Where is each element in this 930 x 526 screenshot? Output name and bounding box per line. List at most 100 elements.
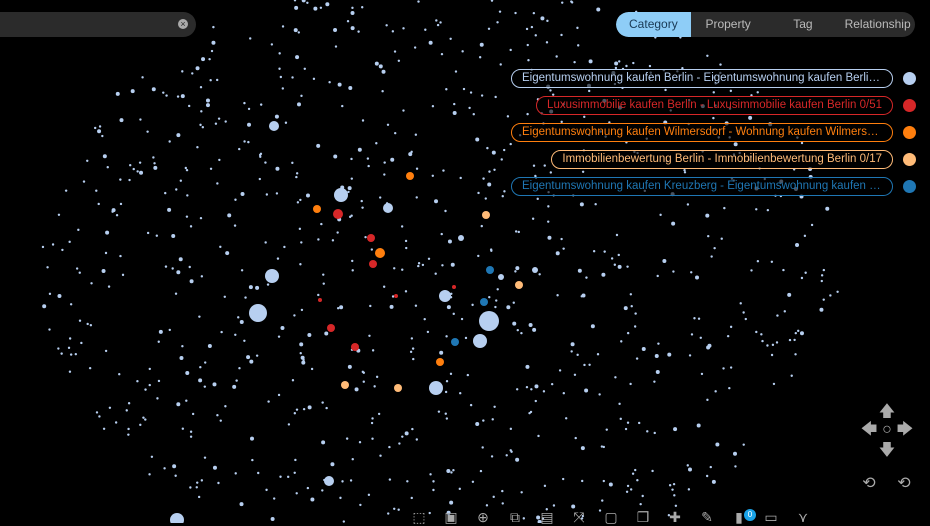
graph-node[interactable]	[413, 46, 417, 49]
graph-node[interactable]	[298, 227, 302, 231]
graph-node[interactable]	[558, 369, 562, 372]
graph-node[interactable]	[181, 70, 184, 73]
graph-node[interactable]	[375, 142, 378, 145]
graph-node[interactable]	[341, 104, 344, 108]
graph-node[interactable]	[167, 207, 172, 212]
graph-node[interactable]	[454, 70, 458, 73]
graph-node[interactable]	[742, 443, 745, 446]
graph-node[interactable]	[104, 251, 108, 255]
graph-node[interactable]	[64, 189, 68, 192]
graph-node[interactable]	[409, 350, 413, 354]
graph-node[interactable]	[491, 150, 496, 155]
graph-node[interactable]	[361, 6, 364, 9]
graph-node[interactable]	[234, 333, 237, 336]
graph-node[interactable]	[576, 26, 579, 30]
graph-node[interactable]	[199, 366, 202, 369]
graph-node[interactable]	[719, 63, 722, 66]
graph-node[interactable]	[185, 168, 189, 172]
graph-node[interactable]	[410, 337, 414, 340]
graph-node[interactable]	[48, 292, 52, 296]
graph-node[interactable]	[127, 427, 130, 431]
graph-node[interactable]	[212, 25, 215, 29]
graph-node[interactable]	[164, 191, 167, 195]
pan-right-icon[interactable]: 🡆	[895, 420, 915, 440]
graph-node[interactable]	[232, 384, 237, 389]
graph-node[interactable]	[498, 274, 504, 280]
graph-node[interactable]	[436, 358, 444, 366]
graph-node[interactable]	[618, 60, 621, 63]
graph-node[interactable]	[217, 117, 221, 120]
graph-node[interactable]	[225, 251, 230, 256]
graph-node[interactable]	[199, 216, 203, 220]
graph-node[interactable]	[375, 248, 385, 258]
graph-node[interactable]	[223, 295, 226, 299]
graph-node[interactable]	[608, 482, 613, 487]
graph-node[interactable]	[198, 378, 203, 383]
graph-node[interactable]	[322, 282, 325, 285]
graph-node[interactable]	[388, 445, 391, 449]
graph-node[interactable]	[788, 338, 792, 342]
graph-node[interactable]	[82, 180, 86, 183]
window-icon[interactable]: ▭	[762, 508, 780, 526]
graph-node[interactable]	[361, 119, 365, 122]
graph-node[interactable]	[672, 270, 675, 273]
graph-node[interactable]	[351, 458, 354, 461]
graph-node[interactable]	[477, 191, 480, 195]
graph-node[interactable]	[370, 248, 374, 251]
graph-node[interactable]	[186, 194, 189, 197]
graph-node[interactable]	[431, 174, 434, 177]
graph-node[interactable]	[505, 454, 508, 457]
tab-relationship[interactable]: Relationship	[840, 12, 915, 37]
graph-node[interactable]	[755, 330, 758, 334]
graph-node[interactable]	[550, 382, 554, 386]
graph-node[interactable]	[381, 90, 384, 93]
graph-node[interactable]	[302, 407, 306, 411]
graph-node[interactable]	[629, 293, 633, 296]
graph-node[interactable]	[243, 339, 246, 342]
graph-node[interactable]	[200, 479, 204, 482]
graph-node[interactable]	[706, 398, 709, 402]
graph-node[interactable]	[286, 475, 290, 479]
graph-node[interactable]	[341, 480, 344, 483]
graph-node[interactable]	[705, 474, 709, 478]
legend-item[interactable]: Eigentumswohnung kaufen Wilmersdorf - Wo…	[511, 123, 916, 142]
graph-node[interactable]	[734, 465, 737, 468]
graph-node[interactable]	[306, 486, 310, 490]
graph-node[interactable]	[57, 347, 60, 350]
graph-node[interactable]	[339, 496, 342, 500]
graph-node[interactable]	[334, 45, 338, 48]
graph-node[interactable]	[601, 499, 604, 502]
graph-node[interactable]	[512, 301, 515, 304]
graph-node[interactable]	[659, 213, 662, 217]
graph-node[interactable]	[373, 385, 376, 388]
graph-node[interactable]	[794, 353, 797, 356]
graph-node[interactable]	[60, 352, 63, 355]
graph-node[interactable]	[588, 59, 593, 64]
graph-node[interactable]	[714, 390, 717, 393]
graph-node[interactable]	[760, 333, 763, 336]
graph-node[interactable]	[150, 455, 154, 458]
graph-node[interactable]	[390, 157, 395, 162]
graph-node[interactable]	[449, 372, 453, 376]
graph-node[interactable]	[61, 248, 64, 252]
graph-node[interactable]	[819, 307, 824, 312]
graph-node[interactable]	[536, 197, 539, 201]
graph-node[interactable]	[458, 235, 464, 241]
pan-left-icon[interactable]: 🡄	[859, 420, 879, 440]
graph-node[interactable]	[442, 169, 445, 172]
graph-node[interactable]	[552, 504, 556, 507]
graph-node[interactable]	[579, 202, 584, 207]
graph-node[interactable]	[435, 19, 438, 22]
graph-node[interactable]	[509, 427, 513, 431]
graph-node[interactable]	[516, 328, 519, 332]
graph-node[interactable]	[799, 331, 804, 336]
graph-node[interactable]	[102, 427, 106, 431]
graph-node[interactable]	[412, 357, 415, 361]
graph-node[interactable]	[240, 192, 245, 197]
graph-node[interactable]	[485, 504, 489, 507]
graph-node[interactable]	[270, 43, 274, 46]
graph-node[interactable]	[350, 177, 353, 180]
graph-node[interactable]	[711, 479, 716, 484]
graph-node[interactable]	[295, 175, 298, 179]
graph-node[interactable]	[515, 457, 520, 462]
